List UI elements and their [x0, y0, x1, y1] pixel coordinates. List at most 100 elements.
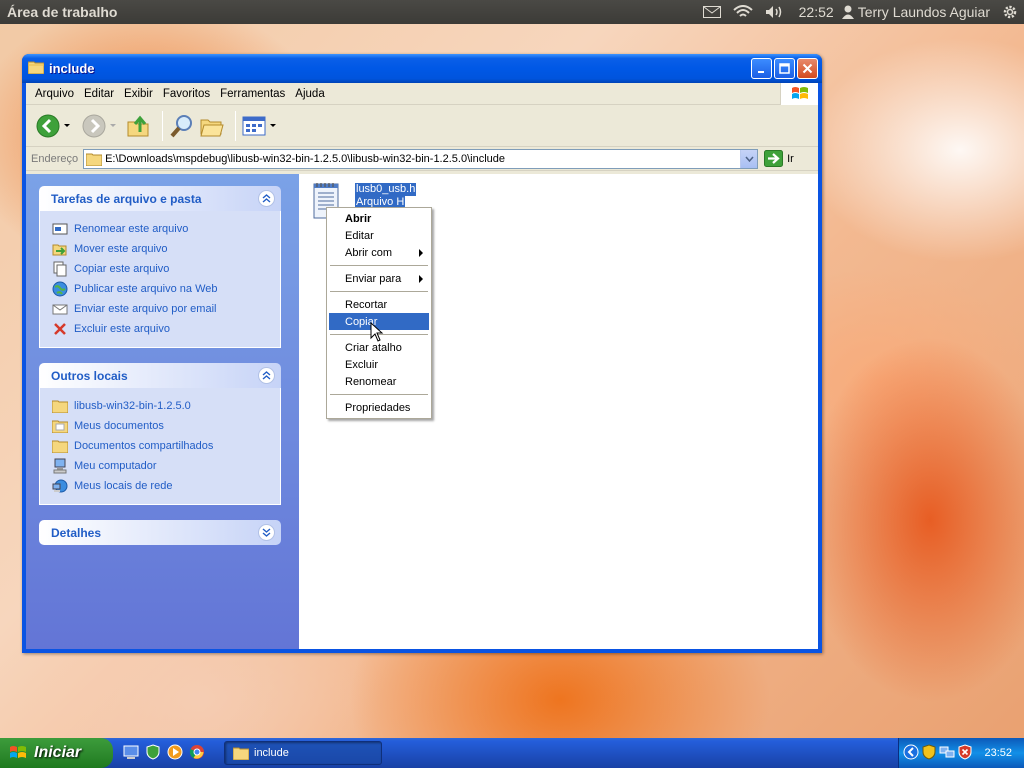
forward-icon	[82, 114, 106, 137]
place-label: libusb-win32-bin-1.2.5.0	[74, 400, 191, 412]
go-button[interactable]: Ir	[764, 150, 794, 167]
task-publish[interactable]: Publicar este arquivo na Web	[52, 279, 280, 299]
go-label: Ir	[787, 152, 794, 165]
address-dropdown[interactable]	[740, 149, 758, 168]
submenu-arrow-icon	[419, 249, 423, 257]
chevron-left-icon[interactable]	[903, 744, 919, 763]
user-icon	[841, 5, 854, 19]
menu-favoritos[interactable]: Favoritos	[158, 88, 215, 100]
folders-icon	[200, 119, 224, 136]
windows-logo-icon	[10, 746, 26, 758]
security-shield-icon[interactable]	[922, 743, 936, 763]
details-panel: Detalhes	[39, 520, 281, 545]
ctx-recortar[interactable]: Recortar	[329, 296, 429, 313]
folder-icon	[27, 60, 45, 77]
task-label: Publicar este arquivo na Web	[74, 283, 218, 295]
folders-button[interactable]	[199, 114, 225, 138]
menu-arquivo[interactable]: Arquivo	[30, 88, 79, 100]
title-bar[interactable]: include	[22, 54, 822, 83]
forward-button[interactable]	[82, 114, 116, 138]
network-tray-icon[interactable]	[939, 744, 955, 763]
collapse-icon[interactable]	[258, 190, 275, 207]
folder-icon	[233, 747, 249, 760]
task-label: Excluir este arquivo	[74, 323, 170, 335]
windows-logo-icon	[780, 83, 818, 105]
ctx-editar[interactable]: Editar	[329, 227, 429, 244]
shield-icon[interactable]	[145, 743, 161, 763]
indicators: 22:52 Terry Laundos Aguiar	[697, 0, 1024, 24]
place-network[interactable]: Meus locais de rede	[52, 476, 280, 496]
taskbar-window-include[interactable]: include	[224, 741, 382, 765]
ctx-excluir[interactable]: Excluir	[329, 356, 429, 373]
task-rename[interactable]: Renomear este arquivo	[52, 219, 280, 239]
minimize-button[interactable]	[751, 58, 772, 79]
show-desktop-icon[interactable]	[123, 744, 139, 763]
place-shared-documents[interactable]: Documentos compartilhados	[52, 436, 280, 456]
search-button[interactable]	[169, 113, 195, 139]
volume-icon[interactable]	[759, 0, 791, 24]
wifi-icon[interactable]	[727, 0, 759, 24]
other-places-header[interactable]: Outros locais	[39, 363, 281, 388]
user-name: Terry Laundos Aguiar	[857, 4, 990, 20]
task-move[interactable]: Mover este arquivo	[52, 239, 280, 259]
task-label: Copiar este arquivo	[74, 263, 170, 275]
expand-icon[interactable]	[258, 524, 275, 541]
up-folder-button[interactable]	[126, 114, 152, 138]
other-places-title: Outros locais	[51, 368, 128, 383]
back-button[interactable]	[36, 114, 70, 138]
user-menu[interactable]: Terry Laundos Aguiar	[841, 4, 996, 20]
maximize-button[interactable]	[774, 58, 795, 79]
place-label: Meus locais de rede	[74, 480, 173, 492]
folder-icon	[86, 153, 103, 166]
tasks-panel-body: Renomear este arquivo Mover este arquivo…	[39, 211, 281, 348]
ctx-renomear[interactable]: Renomear	[329, 373, 429, 390]
collapse-icon[interactable]	[258, 367, 275, 384]
ctx-abrir[interactable]: Abrir	[329, 210, 429, 227]
tasks-panel-header[interactable]: Tarefas de arquivo e pasta	[39, 186, 281, 211]
folder-icon	[52, 438, 68, 454]
menu-ajuda[interactable]: Ajuda	[290, 88, 329, 100]
menu-ferramentas[interactable]: Ferramentas	[215, 88, 290, 100]
start-button[interactable]: Iniciar	[0, 738, 113, 768]
views-button[interactable]	[242, 115, 276, 137]
go-arrow-icon	[764, 150, 784, 167]
taskbar: Iniciar include 23:52	[0, 738, 1024, 768]
close-button[interactable]	[797, 58, 818, 79]
top-panel: Área de trabalho 22:52 Terry Laundos Agu…	[0, 0, 1024, 24]
ctx-abrir-com[interactable]: Abrir com	[329, 244, 429, 261]
place-label: Meu computador	[74, 460, 157, 472]
toolbar	[26, 105, 818, 147]
chrome-icon[interactable]	[189, 744, 205, 763]
menu-exibir[interactable]: Exibir	[119, 88, 158, 100]
email-icon	[52, 301, 68, 317]
taskbar-window-label: include	[254, 747, 289, 759]
place-my-computer[interactable]: Meu computador	[52, 456, 280, 476]
address-label: Endereço	[31, 152, 79, 165]
security-alert-icon[interactable]	[958, 743, 972, 763]
network-icon	[52, 478, 68, 494]
rename-icon	[52, 221, 68, 237]
task-label: Mover este arquivo	[74, 243, 168, 255]
mail-icon[interactable]	[697, 0, 727, 24]
panel-clock[interactable]: 22:52	[791, 4, 842, 20]
ctx-label: Abrir com	[345, 246, 393, 259]
menu-editar[interactable]: Editar	[79, 88, 119, 100]
tray-clock[interactable]: 23:52	[984, 747, 1024, 759]
address-input[interactable]: E:\Downloads\mspdebug\libusb-win32-bin-1…	[83, 148, 759, 169]
place-parent-folder[interactable]: libusb-win32-bin-1.2.5.0	[52, 396, 280, 416]
media-player-icon[interactable]	[167, 744, 183, 763]
window-controls	[751, 58, 818, 79]
computer-icon	[52, 458, 68, 474]
submenu-arrow-icon	[419, 275, 423, 283]
gear-icon[interactable]	[996, 0, 1024, 24]
ctx-label: Enviar para	[345, 272, 402, 285]
task-delete[interactable]: Excluir este arquivo	[52, 319, 280, 339]
details-header[interactable]: Detalhes	[39, 520, 281, 545]
context-menu: Abrir Editar Abrir com Enviar para Recor…	[326, 207, 432, 419]
task-email[interactable]: Enviar este arquivo por email	[52, 299, 280, 319]
ctx-enviar-para[interactable]: Enviar para	[329, 270, 429, 287]
menu-separator	[330, 265, 428, 266]
place-my-documents[interactable]: Meus documentos	[52, 416, 280, 436]
task-copy[interactable]: Copiar este arquivo	[52, 259, 280, 279]
ctx-propriedades[interactable]: Propriedades	[329, 399, 429, 416]
